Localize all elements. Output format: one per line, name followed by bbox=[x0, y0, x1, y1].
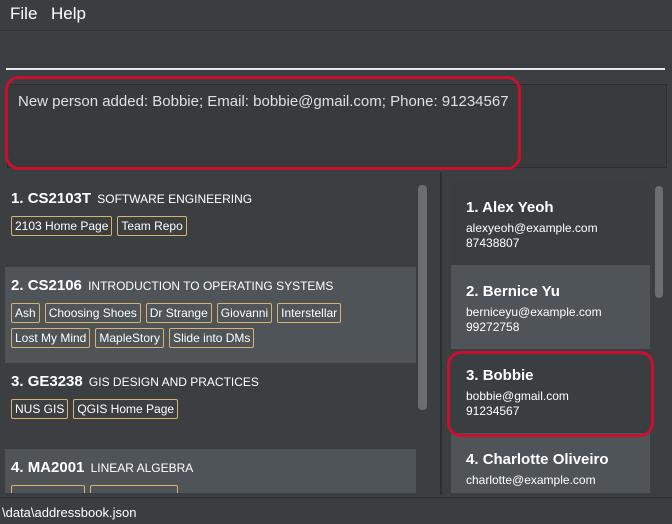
menu-bar: File Help bbox=[0, 0, 672, 31]
link-tag[interactable]: Lost My Mind bbox=[11, 328, 91, 348]
person-card[interactable]: 4. Charlotte Oliveiro charlotte@example.… bbox=[451, 433, 650, 493]
module-title: 4. MA2001 LINEAR ALGEBRA bbox=[11, 459, 410, 476]
person-phone: 87438807 bbox=[466, 236, 520, 250]
person-index: 1. bbox=[466, 199, 479, 216]
menu-file[interactable]: File bbox=[10, 4, 37, 24]
person-phone: 99272758 bbox=[466, 320, 520, 334]
person-email: bobbie@gmail.com bbox=[466, 389, 569, 403]
module-code: MA2001 bbox=[27, 459, 85, 476]
person-name-text: Bernice Yu bbox=[482, 283, 560, 300]
person-index: 2. bbox=[466, 283, 479, 300]
module-card[interactable]: 1. CS2103T SOFTWARE ENGINEERING 2103 Hom… bbox=[5, 180, 416, 267]
link-tag[interactable]: Dr Strange bbox=[145, 303, 212, 323]
person-card[interactable]: 1. Alex Yeoh alexyeoh@example.com 874388… bbox=[451, 181, 650, 265]
link-tag[interactable]: Choosing Shoes bbox=[44, 303, 141, 323]
link-tag[interactable]: Giovanni bbox=[216, 303, 273, 323]
person-index: 3. bbox=[466, 367, 479, 384]
person-list-scrollbar[interactable] bbox=[655, 186, 663, 298]
module-card[interactable]: 4. MA2001 LINEAR ALGEBRA bbox=[5, 449, 416, 493]
person-email: berniceyu@example.com bbox=[466, 305, 602, 319]
result-message: New person added: Bobbie; Email: bobbie@… bbox=[18, 93, 509, 110]
module-links: NUS GIS QGIS Home Page bbox=[11, 399, 410, 419]
person-name-text: Alex Yeoh bbox=[482, 199, 554, 216]
module-links bbox=[11, 485, 410, 493]
module-name: INTRODUCTION TO OPERATING SYSTEMS bbox=[88, 279, 334, 293]
person-card[interactable]: 2. Bernice Yu berniceyu@example.com 9927… bbox=[451, 265, 650, 349]
person-name: 4. Charlotte Oliveiro bbox=[466, 451, 650, 468]
module-card[interactable]: 3. GE3238 GIS DESIGN AND PRACTICES NUS G… bbox=[5, 363, 416, 449]
module-title: 2. CS2106 INTRODUCTION TO OPERATING SYST… bbox=[11, 277, 410, 294]
panel-divider[interactable] bbox=[440, 172, 442, 495]
person-name: 1. Alex Yeoh bbox=[466, 199, 650, 216]
save-location: \data\addressbook.json bbox=[2, 505, 137, 520]
person-name: 2. Bernice Yu bbox=[466, 283, 650, 300]
module-links: 2103 Home Page Team Repo bbox=[11, 216, 410, 236]
link-tag[interactable]: Slide into DMs bbox=[169, 328, 255, 348]
person-email: alexyeoh@example.com bbox=[466, 221, 598, 235]
link-tag[interactable]: QGIS Home Page bbox=[73, 399, 179, 419]
module-title: 1. CS2103T SOFTWARE ENGINEERING bbox=[11, 190, 410, 207]
person-name: 3. Bobbie bbox=[466, 367, 650, 384]
person-email: charlotte@example.com bbox=[466, 473, 596, 487]
link-tag[interactable] bbox=[90, 485, 178, 493]
module-name: LINEAR ALGEBRA bbox=[90, 461, 194, 475]
module-card[interactable]: 2. CS2106 INTRODUCTION TO OPERATING SYST… bbox=[5, 267, 416, 363]
person-card[interactable]: 3. Bobbie bobbie@gmail.com 91234567 bbox=[451, 349, 650, 433]
link-tag[interactable]: 2103 Home Page bbox=[11, 216, 113, 236]
module-index: 3. bbox=[11, 373, 24, 390]
module-list-panel[interactable]: 1. CS2103T SOFTWARE ENGINEERING 2103 Hom… bbox=[5, 180, 432, 493]
link-tag[interactable]: MapleStory bbox=[95, 328, 165, 348]
menu-help[interactable]: Help bbox=[51, 4, 86, 24]
module-list-scrollbar[interactable] bbox=[418, 185, 427, 410]
module-index: 1. bbox=[11, 190, 24, 207]
module-index: 4. bbox=[11, 459, 24, 476]
module-name: GIS DESIGN AND PRACTICES bbox=[88, 375, 259, 389]
command-input[interactable] bbox=[6, 40, 665, 70]
module-code: GE3238 bbox=[27, 373, 83, 390]
module-links: Ash Choosing Shoes Dr Strange Giovanni I… bbox=[11, 303, 410, 348]
module-title: 3. GE3238 GIS DESIGN AND PRACTICES bbox=[11, 373, 410, 390]
person-name-text: Charlotte Oliveiro bbox=[482, 451, 609, 468]
link-tag[interactable]: NUS GIS bbox=[11, 399, 69, 419]
person-name-text: Bobbie bbox=[482, 367, 534, 384]
module-index: 2. bbox=[11, 277, 24, 294]
module-code: CS2103T bbox=[27, 190, 92, 207]
link-tag[interactable] bbox=[11, 485, 85, 493]
module-name: SOFTWARE ENGINEERING bbox=[97, 192, 253, 206]
person-phone: 91234567 bbox=[466, 404, 520, 418]
person-index: 4. bbox=[466, 451, 479, 468]
module-code: CS2106 bbox=[27, 277, 82, 294]
link-tag[interactable]: Team Repo bbox=[117, 216, 187, 236]
person-list-panel[interactable]: 1. Alex Yeoh alexyeoh@example.com 874388… bbox=[451, 181, 650, 493]
link-tag[interactable]: Interstellar bbox=[277, 303, 342, 323]
link-tag[interactable]: Ash bbox=[11, 303, 40, 323]
